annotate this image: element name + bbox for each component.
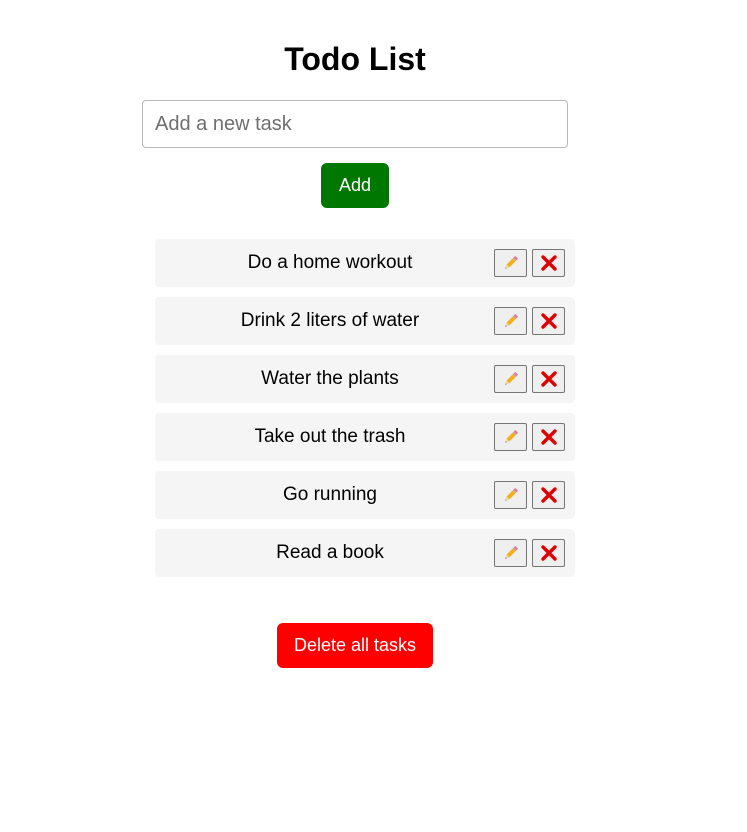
cross-mark-icon	[540, 545, 557, 561]
task-text: Read a book	[276, 542, 384, 563]
edit-task-button[interactable]	[494, 423, 527, 451]
edit-task-button[interactable]	[494, 365, 527, 393]
delete-task-button[interactable]	[532, 307, 565, 335]
pencil-icon	[504, 545, 518, 559]
cross-mark-icon	[540, 429, 557, 445]
pencil-icon	[504, 487, 518, 501]
delete-task-button[interactable]	[532, 481, 565, 509]
task-item: Take out the trash	[155, 413, 575, 461]
edit-task-button[interactable]	[494, 249, 527, 277]
pencil-icon	[504, 429, 518, 443]
cross-mark-icon	[540, 487, 557, 503]
delete-all-tasks-button[interactable]: Delete all tasks	[277, 623, 433, 668]
task-item: Water the plants	[155, 355, 575, 403]
task-text: Drink 2 liters of water	[240, 310, 420, 331]
task-text: Do a home workout	[247, 252, 413, 273]
cross-mark-icon	[540, 371, 557, 387]
pencil-icon	[504, 371, 518, 385]
page-title: Todo List	[284, 41, 426, 77]
task-text: Water the plants	[261, 368, 399, 389]
task-item: Drink 2 liters of water	[155, 297, 575, 345]
cross-mark-icon	[540, 255, 557, 271]
task-text: Take out the trash	[254, 426, 406, 447]
task-list: Do a home workout Drink 2 liters of wate…	[155, 239, 575, 587]
todo-app: Todo List Add Do a home workout	[0, 0, 747, 832]
task-text: Go running	[282, 484, 377, 505]
delete-task-button[interactable]	[532, 365, 565, 393]
add-task-button[interactable]: Add	[321, 163, 389, 208]
delete-task-button[interactable]	[532, 539, 565, 567]
task-item: Read a book	[155, 529, 575, 577]
task-item: Go running	[155, 471, 575, 519]
edit-task-button[interactable]	[494, 307, 527, 335]
edit-task-button[interactable]	[494, 539, 527, 567]
pencil-icon	[504, 313, 518, 327]
delete-task-button[interactable]	[532, 423, 565, 451]
edit-task-button[interactable]	[494, 481, 527, 509]
pencil-icon	[504, 255, 518, 269]
delete-task-button[interactable]	[532, 249, 565, 277]
task-item: Do a home workout	[155, 239, 575, 287]
new-task-input[interactable]	[142, 100, 568, 148]
cross-mark-icon	[540, 313, 557, 329]
